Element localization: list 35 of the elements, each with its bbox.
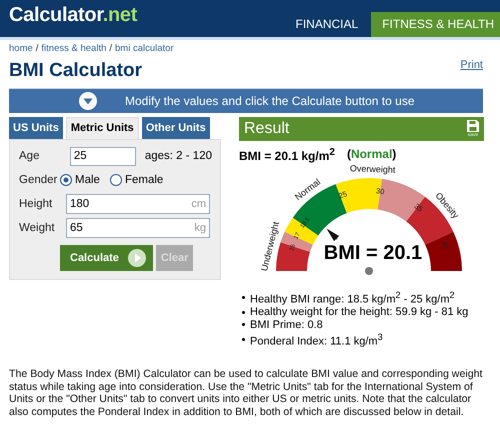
result-detail: Ponderal Index: 11.1 kg/m$^{3}$ [250, 331, 383, 348]
unit-tab[interactable]: US Units [9, 117, 63, 139]
field-label: Age [19, 150, 40, 162]
logo[interactable]: Calculator.net [0, 4, 138, 27]
result-detail: Healthy weight for the height: 59.9 kg - 81 kg [250, 306, 468, 319]
gauge-reading: BMI = 20.1 [324, 242, 422, 264]
breadcrumb-link[interactable]: fitness & health [41, 43, 106, 54]
nav-tab[interactable]: FITNESS & HEALTH [371, 12, 500, 37]
result-detail: Healthy BMI range: 18.5 kg/m$^{2}$ - 25 kg/m$^{2}$ [250, 289, 455, 306]
field-label: Weight [19, 222, 56, 234]
category-label: Overweight [350, 165, 396, 175]
breadcrumb-separator: / [109, 43, 112, 54]
description-text: The Body Mass Index (BMI) Calculator can be used to calculate BMI value and corresponding weight status while taking age into consideration. Use the "Metric Units" tab for the International System of Units or the "Other Units" tab to convert units into either US or metric units. Note that the calculator also computes the Ponderal Index in addition to BMI, both of which are discussed below in detail. [9, 368, 483, 418]
field-label: Height [19, 198, 54, 210]
field-label: Gender [19, 174, 58, 186]
unit-label: cm [191, 198, 206, 210]
unit-label: kg [194, 222, 206, 234]
unit-tab[interactable]: Metric Units [66, 117, 139, 139]
calculate-button[interactable]: Calculate [60, 245, 153, 271]
page-title: BMI Calculator [9, 60, 142, 82]
breadcrumb-link[interactable]: bmi calculator [115, 43, 174, 54]
banner-text: Modify the values and click the Calculate button to use [125, 94, 414, 108]
bmi-result: BMI = 20.1 kg/m$^{2}$ [239, 147, 335, 163]
radio-label: Male [75, 174, 100, 186]
bmi-status: (Normal) [346, 147, 396, 163]
breadcrumb-link[interactable]: home [9, 43, 33, 54]
result-title: Result [244, 120, 290, 138]
breadcrumb-separator: / [36, 43, 38, 54]
field-hint: ages: 2 - 120 [144, 150, 212, 162]
print-link[interactable]: Print [460, 59, 483, 71]
radio-label: Female [124, 174, 164, 186]
result-detail: BMI Prime: 0.8 [250, 318, 323, 332]
unit-tab[interactable]: Other Units [142, 117, 210, 139]
nav-tab[interactable]: FINANCIAL [282, 12, 372, 37]
input-field[interactable]: 25 [70, 146, 136, 166]
